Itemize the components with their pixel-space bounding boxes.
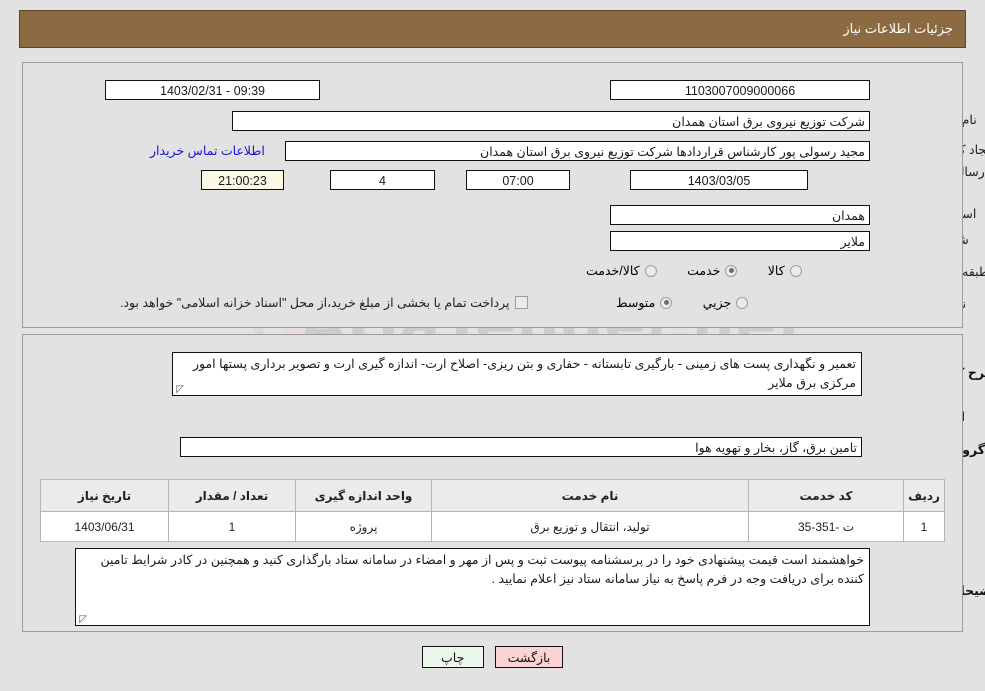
table-row: 1 ت -351-35 تولید، انتقال و توزیع برق پر… — [40, 511, 945, 542]
col-name: نام خدمت — [431, 479, 749, 512]
category-radio-group: کالا خدمت کالا/خدمت — [560, 263, 802, 282]
page-title: جزئیات اطلاعات نیاز — [843, 21, 953, 36]
treasury-checkbox-label: پرداخت تمام یا بخشی از مبلغ خرید،از محل … — [120, 296, 510, 310]
radio-kala-icon[interactable] — [789, 264, 802, 277]
description-value: تعمیر و نگهداری پست های زمینی - بارگیری … — [192, 357, 856, 390]
services-table: ردیف کد خدمت نام خدمت واحد اندازه گیری ت… — [40, 479, 945, 542]
buyer-notes-textarea[interactable]: خواهشمند است قیمت پیشنهادی خود را در پرس… — [75, 548, 870, 626]
category-option-kala-khedmat-label: کالا/خدمت — [586, 264, 640, 278]
radio-khedmat-icon[interactable] — [725, 264, 738, 277]
treasury-checkbox-icon[interactable] — [514, 296, 528, 309]
notes-resize-grip-icon[interactable]: ◸ — [78, 615, 87, 625]
cell-unit: پروژه — [295, 511, 432, 542]
page-root: AriaTender.net جزئیات اطلاعات نیاز شماره… — [0, 0, 985, 691]
process-option-motavaset[interactable]: متوسط — [616, 295, 673, 310]
radio-motavaset-icon[interactable] — [660, 296, 673, 309]
back-button[interactable]: بازگشت — [494, 646, 564, 668]
deadline-date-value: 1403/03/05 — [630, 170, 808, 190]
need-number-value: 1103007009000066 — [610, 80, 870, 100]
service-group-value: تامین برق، گاز، بخار و تهویه هوا — [180, 437, 862, 457]
city-value: ملایر — [610, 231, 870, 251]
table-header-row: ردیف کد خدمت نام خدمت واحد اندازه گیری ت… — [40, 479, 945, 512]
countdown-timer: 21:00:23 — [201, 170, 284, 190]
remaining-days-value: 4 — [330, 170, 435, 190]
col-unit: واحد اندازه گیری — [295, 479, 432, 512]
radio-kala-khedmat-icon[interactable] — [644, 264, 657, 277]
cell-name: تولید، انتقال و توزیع برق — [431, 511, 749, 542]
need-info-panel — [22, 62, 963, 328]
buyer-contact-link[interactable]: اطلاعات تماس خریدار — [150, 143, 265, 158]
creator-value: مجید رسولی پور کارشناس قراردادها شرکت تو… — [285, 141, 870, 161]
announce-value: 09:39 - 1403/02/31 — [105, 80, 320, 100]
cell-qty: 1 — [168, 511, 296, 542]
cell-date: 1403/06/31 — [40, 511, 169, 542]
category-option-kala-khedmat[interactable]: کالا/خدمت — [586, 263, 657, 278]
process-radio-group: جزیي متوسط — [590, 295, 749, 314]
resize-grip-icon[interactable]: ◸ — [175, 385, 184, 395]
category-option-khedmat-label: خدمت — [687, 264, 721, 278]
deadline-time-value: 07:00 — [466, 170, 570, 190]
treasury-checkbox-row[interactable]: پرداخت تمام یا بخشی از مبلغ خرید،از محل … — [120, 295, 528, 310]
radio-jozei-icon[interactable] — [736, 296, 749, 309]
col-code: کد خدمت — [748, 479, 904, 512]
page-header: جزئیات اطلاعات نیاز — [19, 10, 966, 48]
process-option-jozei[interactable]: جزیي — [703, 295, 749, 310]
category-option-kala[interactable]: کالا — [768, 263, 802, 278]
description-textarea[interactable]: تعمیر و نگهداری پست های زمینی - بارگیری … — [172, 352, 862, 396]
footer-actions: بازگشت چاپ — [0, 646, 985, 668]
province-value: همدان — [610, 205, 870, 225]
buyer-notes-value: خواهشمند است قیمت پیشنهادی خود را در پرس… — [100, 553, 864, 586]
col-qty: تعداد / مقدار — [168, 479, 296, 512]
col-row: ردیف — [903, 479, 945, 512]
print-button[interactable]: چاپ — [421, 646, 484, 668]
col-date: تاریخ نیاز — [40, 479, 169, 512]
cell-code: ت -351-35 — [748, 511, 904, 542]
category-option-khedmat[interactable]: خدمت — [687, 263, 738, 278]
process-option-jozei-label: جزیي — [702, 296, 732, 310]
buyer-org-value: شرکت توزیع نیروی برق استان همدان — [232, 111, 870, 131]
process-option-motavaset-label: متوسط — [616, 296, 656, 310]
category-option-kala-label: کالا — [767, 264, 785, 278]
cell-row: 1 — [903, 511, 945, 542]
